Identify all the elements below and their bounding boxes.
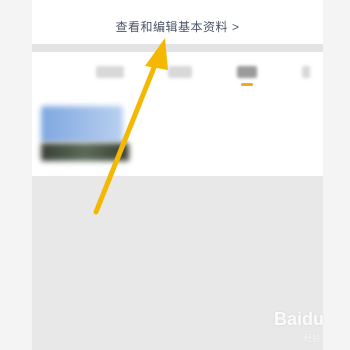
profile-card: 查看和编辑基本资料 > [32, 0, 323, 44]
edit-basic-info-link[interactable]: 查看和编辑基本资料 > [32, 18, 323, 35]
blurred-image-bottom[interactable] [41, 143, 129, 161]
tab-4[interactable] [302, 66, 310, 78]
edit-basic-info-label: 查看和编辑基本资料 [115, 20, 228, 34]
tab-bar [32, 52, 323, 96]
blurred-image-top[interactable] [41, 106, 123, 142]
watermark-subtext: 经验 [304, 334, 320, 343]
left-background [0, 0, 32, 350]
content-card [32, 96, 323, 176]
tab-2[interactable] [168, 66, 192, 78]
section-divider [32, 44, 323, 52]
right-background [323, 0, 350, 350]
chevron-right-icon: > [232, 20, 240, 34]
tab-1[interactable] [96, 66, 124, 78]
tab-3-active[interactable] [237, 66, 257, 78]
active-tab-indicator [241, 83, 253, 86]
watermark-logo: Baidu [273, 309, 324, 329]
